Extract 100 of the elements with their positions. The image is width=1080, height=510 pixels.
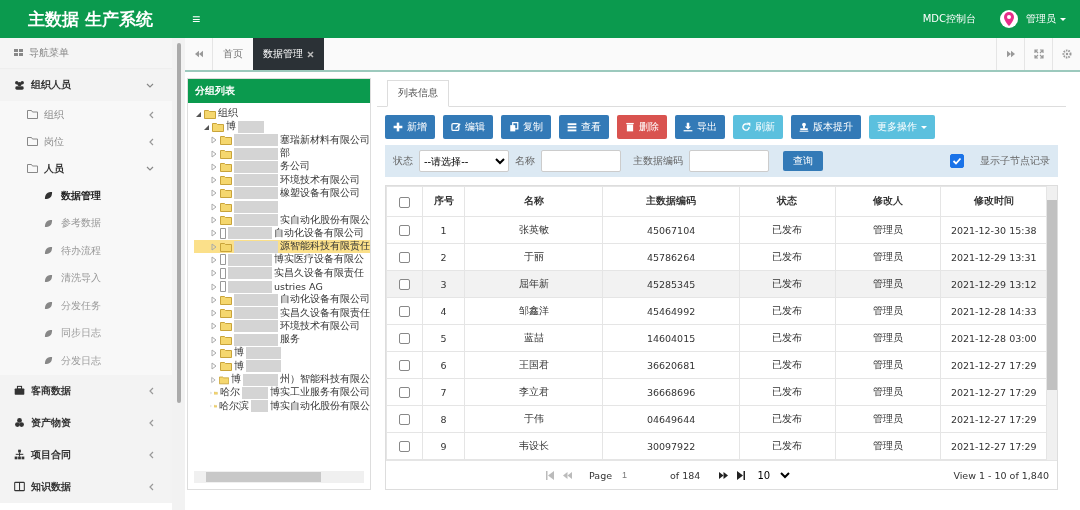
scrollbar-thumb[interactable]: [176, 43, 181, 403]
record-summary: View 1 - 10 of 1,840: [953, 469, 1049, 481]
scrollbar-thumb[interactable]: [1047, 200, 1057, 390]
tree-node[interactable]: 部: [280, 147, 290, 161]
menu-item[interactable]: 数据管理: [61, 188, 101, 203]
tree-node[interactable]: 自动化设备有限公司: [274, 226, 364, 240]
chevron-left-icon: [149, 110, 154, 119]
menu-group[interactable]: 组织人员: [31, 78, 71, 92]
menu-group[interactable]: 知识数据: [31, 479, 71, 494]
table-cell: 管理员: [835, 243, 941, 271]
tree-node[interactable]: 哈尔: [220, 386, 240, 400]
tree-node[interactable]: 实昌久设备有限责任: [280, 306, 370, 320]
tree-node[interactable]: 博: [231, 373, 241, 387]
column-header[interactable]: 修改人: [835, 186, 941, 217]
tree-node[interactable]: 橡塑设备有限公司: [280, 186, 360, 200]
last-page-button[interactable]: [737, 470, 746, 480]
prev-page-button[interactable]: [562, 470, 574, 480]
tree-node[interactable]: 务公司: [280, 160, 310, 174]
row-checkbox[interactable]: [399, 441, 410, 452]
tree-node[interactable]: 博: [226, 120, 236, 134]
next-page-button[interactable]: [718, 470, 730, 480]
folder-icon: [27, 137, 38, 146]
tree-node[interactable]: 州）智能科技有限公: [280, 373, 370, 387]
table-cell: 管理员: [835, 405, 941, 433]
column-header[interactable]: 序号: [422, 186, 465, 217]
page-tab[interactable]: 数据管理: [253, 38, 324, 70]
tree-node[interactable]: 博: [234, 359, 244, 373]
table-cell: 管理员: [835, 351, 941, 379]
field-label: 名称: [515, 154, 535, 168]
menu-group[interactable]: 资产物资: [31, 415, 71, 430]
folder-icon: [220, 175, 232, 186]
close-icon[interactable]: [307, 50, 314, 58]
row-checkbox[interactable]: [399, 414, 410, 425]
tree-node[interactable]: ustries AG: [274, 281, 323, 292]
panel-tab[interactable]: 列表信息: [387, 80, 449, 107]
row-checkbox[interactable]: [399, 333, 410, 344]
toolbar-button[interactable]: 删除: [617, 115, 667, 139]
toolbar-button[interactable]: 编辑: [443, 115, 493, 139]
table-cell: 已发布: [739, 216, 835, 244]
redaction-block: [243, 373, 278, 386]
user-menu[interactable]: 管理员: [1026, 12, 1066, 26]
tree-node[interactable]: 自动化设备有限公司: [280, 293, 370, 307]
redaction-block: [234, 214, 278, 226]
tree-node[interactable]: 塞瑞新材料有限公司: [280, 133, 370, 147]
column-header[interactable]: 状态: [739, 186, 835, 217]
column-header[interactable]: 主数据编码: [602, 186, 740, 217]
leaf-icon: [44, 328, 53, 338]
page-label: Page: [589, 469, 613, 481]
checkbox[interactable]: [950, 154, 964, 168]
toolbar-button[interactable]: 版本提升: [791, 115, 861, 139]
tree-node[interactable]: 哈尔滨: [219, 399, 249, 413]
row-checkbox[interactable]: [399, 306, 410, 317]
console-link[interactable]: MDC控制台: [922, 12, 976, 26]
grid-icon: [14, 49, 24, 57]
location-pin-icon[interactable]: [1000, 10, 1018, 28]
tree-node[interactable]: 博实医疗设备有限公: [274, 253, 364, 267]
tree-node[interactable]: 实昌久设备有限责任: [274, 266, 364, 280]
name-field[interactable]: [541, 150, 621, 172]
tree-node[interactable]: 实自动化股份有限公: [280, 213, 370, 227]
row-checkbox[interactable]: [399, 252, 410, 263]
column-header[interactable]: 名称: [464, 186, 603, 217]
folder-icon: [220, 294, 232, 305]
menu-item[interactable]: 人员: [44, 161, 64, 176]
menu-item[interactable]: 岗位: [44, 134, 64, 149]
folder-icon: [27, 164, 38, 173]
menu-group[interactable]: 客商数据: [31, 383, 71, 398]
redaction-block: [234, 293, 278, 306]
table-cell: 36620681: [602, 351, 740, 379]
chevron-left-icon: [149, 418, 154, 427]
scrollbar-thumb[interactable]: [206, 472, 321, 482]
toolbar-button[interactable]: 复制: [501, 115, 551, 139]
toolbar-button[interactable]: 新增: [385, 115, 435, 139]
toolbar-button[interactable]: 查看: [559, 115, 609, 139]
table-cell: 李立君: [464, 378, 603, 406]
status-select[interactable]: --请选择--: [419, 150, 509, 172]
tree-node[interactable]: 环境技术有限公司: [280, 319, 360, 333]
row-checkbox[interactable]: [399, 225, 410, 236]
code-field[interactable]: [689, 150, 769, 172]
redaction-block: [234, 333, 278, 346]
row-checkbox[interactable]: [399, 387, 410, 398]
first-page-button[interactable]: [546, 470, 555, 480]
tree-node[interactable]: 组织: [218, 107, 238, 121]
table-cell: 14604015: [602, 324, 740, 352]
column-header[interactable]: 修改时间: [940, 186, 1047, 217]
tree-node[interactable]: 环境技术有限公司: [280, 173, 360, 187]
row-checkbox[interactable]: [399, 279, 410, 290]
row-checkbox[interactable]: [399, 360, 410, 371]
tree-node[interactable]: 博实工业服务有限公司: [270, 386, 370, 400]
sitemap-icon: [14, 449, 25, 460]
search-button[interactable]: 查询: [783, 151, 823, 171]
select-all-checkbox[interactable]: [399, 196, 410, 208]
table-cell: 6: [422, 351, 465, 379]
menu-item[interactable]: 组织: [44, 107, 64, 122]
table-cell: 已发布: [739, 297, 835, 325]
toolbar-button[interactable]: 导出: [675, 115, 725, 139]
tree-node[interactable]: 博: [234, 346, 244, 360]
table-cell: 2021-12-30 15:38: [940, 216, 1047, 244]
tree-node[interactable]: 服务: [280, 333, 300, 347]
tree-node[interactable]: 博实自动化股份有限公: [270, 399, 370, 413]
menu-group[interactable]: 项目合同: [31, 447, 71, 462]
